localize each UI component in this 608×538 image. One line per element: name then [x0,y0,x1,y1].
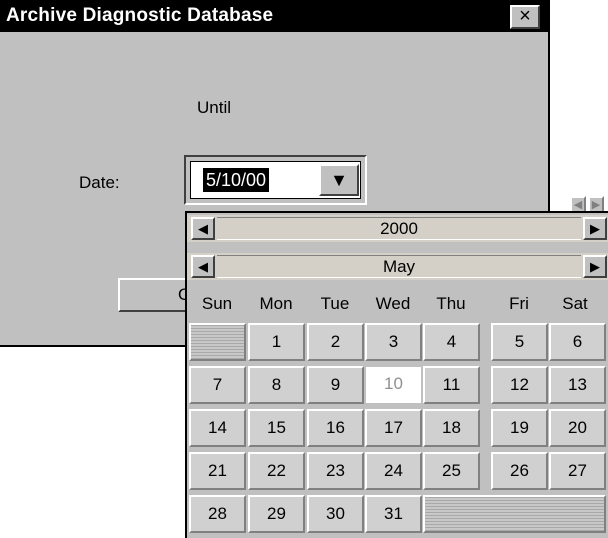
day-cell[interactable]: 18 [423,409,480,447]
date-value[interactable]: 5/10/00 [203,168,270,192]
day-cell[interactable]: 26 [491,452,548,490]
day-cell[interactable]: 13 [549,366,606,404]
until-label: Until [197,98,232,117]
year-label: 2000 [217,217,581,240]
prev-month-button[interactable]: ◀ [191,255,215,278]
calendar-dropdown: ◀ 2000 ▶ ◀ May ▶ Sun Mon Tue Wed Thu Fri… [185,211,608,538]
day-cell[interactable]: 12 [491,366,548,404]
close-button[interactable]: × [510,5,540,29]
right-arrow-icon: ▶ [590,259,600,274]
day-cell[interactable]: 21 [189,452,246,490]
day-cell[interactable]: 4 [423,323,480,361]
day-cell[interactable]: 16 [307,409,364,447]
day-cell[interactable]: 14 [189,409,246,447]
date-combo[interactable]: 5/10/00 ▼ [184,155,367,205]
weekday-thu: Thu [436,294,466,313]
day-cell[interactable]: 3 [365,323,422,361]
month-label: May [217,255,581,278]
day-cell[interactable]: 31 [365,495,422,533]
next-year-button[interactable]: ▶ [583,217,607,240]
year-row: ◀ 2000 ▶ [187,215,608,242]
day-cell[interactable]: 25 [423,452,480,490]
dialog-title: Archive Diagnostic Database [6,5,274,26]
date-field[interactable]: 5/10/00 ▼ [190,161,361,199]
day-cell[interactable]: 9 [307,366,364,404]
day-cell[interactable]: 8 [248,366,305,404]
day-cell[interactable]: 19 [491,409,548,447]
close-icon: × [519,5,531,27]
weekday-sat: Sat [562,294,588,313]
left-arrow-icon: ◀ [198,221,208,236]
day-cell[interactable]: 1 [248,323,305,361]
day-cell[interactable]: 29 [248,495,305,533]
day-cell[interactable]: 6 [549,323,606,361]
day-cell[interactable]: 28 [189,495,246,533]
prev-year-button[interactable]: ◀ [191,217,215,240]
month-row: ◀ May ▶ [187,253,608,280]
day-cell[interactable]: 30 [307,495,364,533]
empty-cell [423,495,606,533]
day-cell[interactable]: 11 [423,366,480,404]
weekday-wed: Wed [375,294,411,313]
chevron-down-icon: ▼ [330,170,348,190]
next-month-button[interactable]: ▶ [583,255,607,278]
day-cell[interactable]: 22 [248,452,305,490]
day-cell[interactable]: 5 [491,323,548,361]
day-cell[interactable]: 7 [189,366,246,404]
title-bar[interactable]: Archive Diagnostic Database × [0,0,548,32]
weekday-sun: Sun [201,294,233,313]
weekday-tue: Tue [320,294,350,313]
day-cell[interactable]: 24 [365,452,422,490]
left-arrow-icon: ◀ [198,259,208,274]
day-cell[interactable]: 2 [307,323,364,361]
dropdown-button[interactable]: ▼ [319,164,359,196]
day-cell-selected[interactable]: 10 [365,366,422,404]
day-cell[interactable]: 27 [549,452,606,490]
weekday-mon: Mon [259,294,293,313]
right-arrow-icon: ▶ [590,221,600,236]
day-cell[interactable]: 15 [248,409,305,447]
weekday-fri: Fri [509,294,529,313]
empty-cell [189,323,246,361]
day-cell[interactable]: 17 [365,409,422,447]
day-cell[interactable]: 20 [549,409,606,447]
day-cell[interactable]: 23 [307,452,364,490]
date-label: Date: [79,173,120,192]
